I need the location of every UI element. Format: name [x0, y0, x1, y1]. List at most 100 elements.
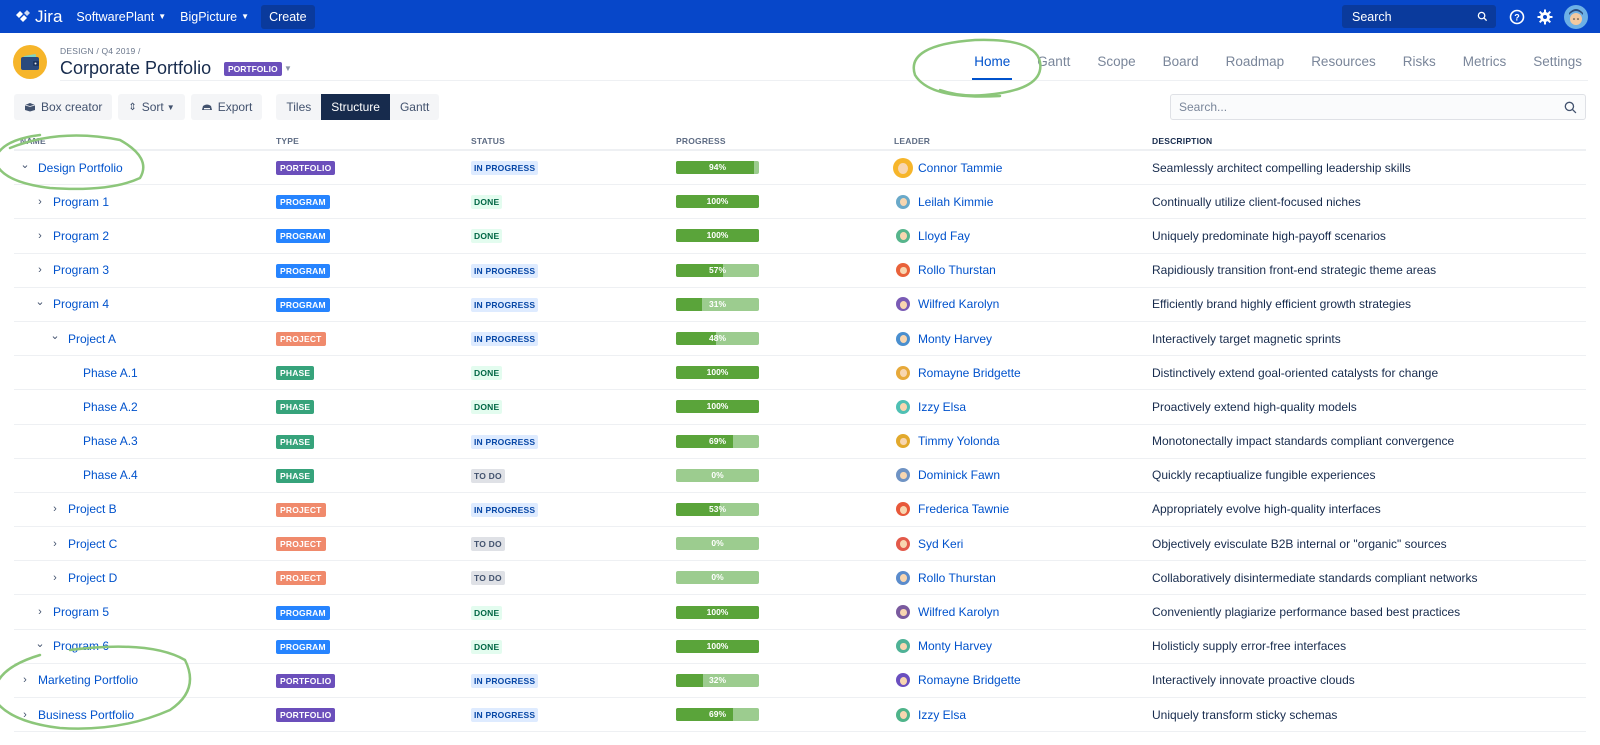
- table-row[interactable]: › Program 1 PROGRAM DONE 100% Leilah Kimmie Co…: [14, 185, 1586, 220]
- column-header-status[interactable]: STATUS: [471, 136, 676, 146]
- chevron-down-icon[interactable]: ⌄: [18, 158, 32, 171]
- nav-bigpicture[interactable]: BigPicture ▼: [180, 5, 249, 29]
- table-row[interactable]: ⌄ Project A PROJECT IN PROGRESS 48% Monty Har…: [14, 322, 1586, 357]
- chevron-right-icon[interactable]: ›: [33, 606, 47, 618]
- description-cell: Uniquely predominate high-payoff scenari…: [1152, 228, 1386, 243]
- leader-link[interactable]: Monty Harvey: [918, 639, 992, 653]
- tab-scope[interactable]: Scope: [1097, 54, 1135, 80]
- tab-gantt[interactable]: Gantt: [1037, 54, 1070, 80]
- leader-link[interactable]: Izzy Elsa: [918, 708, 966, 722]
- tab-resources[interactable]: Resources: [1311, 54, 1376, 80]
- table-row[interactable]: › Project C PROJECT TO DO 0% Syd Keri Objectiv…: [14, 527, 1586, 562]
- column-header-leader[interactable]: LEADER: [894, 136, 1152, 146]
- item-name-link[interactable]: Program 3: [53, 263, 109, 277]
- table-row[interactable]: › Program 2 PROGRAM DONE 100% Lloyd Fay Unique…: [14, 219, 1586, 254]
- item-name-link[interactable]: Phase A.1: [83, 366, 138, 380]
- leader-link[interactable]: Timmy Yolonda: [918, 434, 1000, 448]
- sort-button[interactable]: ⇕ Sort ▼: [118, 94, 185, 120]
- chevron-right-icon[interactable]: ›: [33, 264, 47, 276]
- item-name-link[interactable]: Project B: [68, 502, 117, 516]
- chevron-down-icon[interactable]: ▼: [284, 64, 292, 73]
- global-search-placeholder: Search: [1352, 9, 1392, 24]
- table-row[interactable]: › Project B PROJECT IN PROGRESS 53% Frederica…: [14, 493, 1586, 528]
- export-button[interactable]: Export: [190, 94, 263, 120]
- table-row[interactable]: › Program 5 PROGRAM DONE 100% Wilfred Karolyn…: [14, 595, 1586, 630]
- chevron-down-icon[interactable]: ⌄: [33, 637, 47, 650]
- leader-link[interactable]: Dominick Fawn: [918, 468, 1000, 482]
- breadcrumb[interactable]: DESIGN / Q4 2019 /: [60, 46, 141, 56]
- leader-link[interactable]: Rollo Thurstan: [918, 571, 996, 585]
- chevron-right-icon[interactable]: ›: [48, 538, 62, 550]
- tab-board[interactable]: Board: [1163, 54, 1199, 80]
- jira-logo[interactable]: Jira: [14, 7, 62, 27]
- leader-link[interactable]: Lloyd Fay: [918, 229, 970, 243]
- global-search-input[interactable]: Search: [1342, 5, 1496, 28]
- user-avatar[interactable]: [1564, 4, 1588, 29]
- leader-link[interactable]: Wilfred Karolyn: [918, 297, 999, 311]
- table-row[interactable]: ›Phase A.1PHASE DONE 100% Romayne Bridgette…: [14, 356, 1586, 391]
- view-tiles-button[interactable]: Tiles: [276, 94, 322, 120]
- item-name-link[interactable]: Program 5: [53, 605, 109, 619]
- column-header-name[interactable]: NAME: [14, 136, 276, 146]
- chevron-right-icon[interactable]: ›: [33, 230, 47, 242]
- item-name-link[interactable]: Program 4: [53, 297, 109, 311]
- leader-link[interactable]: Izzy Elsa: [918, 400, 966, 414]
- tab-roadmap[interactable]: Roadmap: [1226, 54, 1285, 80]
- chevron-down-icon[interactable]: ⌄: [48, 329, 62, 342]
- column-header-progress[interactable]: PROGRESS: [676, 136, 894, 146]
- settings-icon[interactable]: [1536, 8, 1554, 26]
- table-row[interactable]: ›Phase A.3PHASE IN PROGRESS 69% Timmy Yolon…: [14, 425, 1586, 459]
- view-gantt-button[interactable]: Gantt: [389, 94, 440, 120]
- table-row[interactable]: ⌄ Program 6 PROGRAM DONE 100% Monty Harvey Hol…: [14, 630, 1586, 664]
- table-row[interactable]: › Project D PROJECT TO DO 0% Rollo Thurstan Co…: [14, 561, 1586, 596]
- leader-link[interactable]: Connor Tammie: [918, 161, 1002, 175]
- table-row[interactable]: ⌄ Program 4 PROGRAM IN PROGRESS 31% Wilfred K…: [14, 288, 1586, 322]
- help-icon[interactable]: ?: [1508, 8, 1526, 26]
- table-row[interactable]: › Program 3 PROGRAM IN PROGRESS 57% Rollo Thu…: [14, 254, 1586, 288]
- tab-settings[interactable]: Settings: [1533, 54, 1582, 80]
- leader-link[interactable]: Syd Keri: [918, 537, 963, 551]
- tab-metrics[interactable]: Metrics: [1463, 54, 1507, 80]
- table-row[interactable]: ›Phase A.2PHASE DONE 100% Izzy Elsa Proactiv…: [14, 390, 1586, 425]
- leader-link[interactable]: Romayne Bridgette: [918, 366, 1021, 380]
- nav-softwareplant[interactable]: SoftwarePlant ▼: [76, 5, 166, 29]
- box-creator-label: Box creator: [41, 100, 103, 114]
- column-header-description[interactable]: DESCRIPTION: [1152, 136, 1586, 146]
- item-name-link[interactable]: Design Portfolio: [38, 161, 123, 175]
- view-structure-button[interactable]: Structure: [321, 94, 390, 120]
- item-name-link[interactable]: Marketing Portfolio: [38, 673, 138, 687]
- tab-risks[interactable]: Risks: [1403, 54, 1436, 80]
- leader-link[interactable]: Rollo Thurstan: [918, 263, 996, 277]
- item-name-link[interactable]: Phase A.4: [83, 468, 138, 482]
- create-button[interactable]: Create: [261, 4, 315, 29]
- item-name-link[interactable]: Program 1: [53, 195, 109, 209]
- leader-link[interactable]: Romayne Bridgette: [918, 673, 1021, 687]
- item-name-link[interactable]: Phase A.2: [83, 400, 138, 414]
- item-name-link[interactable]: Program 6: [53, 639, 109, 653]
- box-creator-button[interactable]: Box creator: [14, 94, 113, 120]
- leader-link[interactable]: Leilah Kimmie: [918, 195, 993, 209]
- chevron-down-icon[interactable]: ⌄: [33, 295, 47, 308]
- type-badge: PROGRAM: [276, 639, 330, 654]
- search-input[interactable]: Search...: [1170, 94, 1586, 120]
- item-name-link[interactable]: Project C: [68, 537, 117, 551]
- item-name-link[interactable]: Business Portfolio: [38, 708, 134, 722]
- item-name-link[interactable]: Program 2: [53, 229, 109, 243]
- table-row[interactable]: ⌄ Design Portfolio PORTFOLIO IN PROGRESS 94%…: [14, 151, 1586, 186]
- table-row[interactable]: › Business Portfolio PORTFOLIO IN PROGRESS 6…: [14, 698, 1586, 733]
- chevron-right-icon[interactable]: ›: [48, 503, 62, 515]
- chevron-right-icon[interactable]: ›: [33, 196, 47, 208]
- tab-home[interactable]: Home: [972, 54, 1013, 80]
- leader-link[interactable]: Frederica Tawnie: [918, 502, 1009, 516]
- column-header-type[interactable]: TYPE: [276, 136, 471, 146]
- item-name-link[interactable]: Project A: [68, 332, 116, 346]
- chevron-right-icon[interactable]: ›: [18, 709, 32, 721]
- leader-link[interactable]: Monty Harvey: [918, 332, 992, 346]
- item-name-link[interactable]: Project D: [68, 571, 117, 585]
- leader-link[interactable]: Wilfred Karolyn: [918, 605, 999, 619]
- table-row[interactable]: › Marketing Portfolio PORTFOLIO IN PROGRESS…: [14, 664, 1586, 698]
- chevron-right-icon[interactable]: ›: [18, 674, 32, 686]
- chevron-right-icon[interactable]: ›: [48, 572, 62, 584]
- table-row[interactable]: ›Phase A.4PHASE TO DO 0% Dominick Fawn Quick…: [14, 459, 1586, 493]
- item-name-link[interactable]: Phase A.3: [83, 434, 138, 448]
